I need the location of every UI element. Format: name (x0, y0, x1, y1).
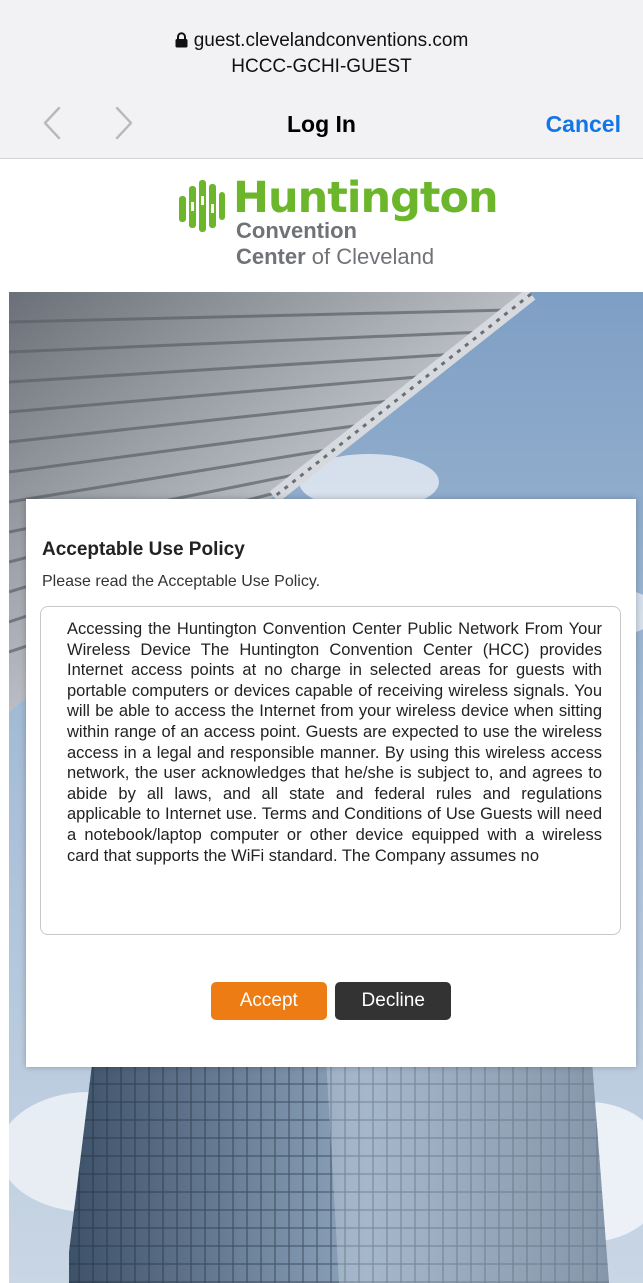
decline-button[interactable]: Decline (335, 982, 452, 1020)
lock-icon (175, 32, 188, 48)
logo-center-word: Center (236, 244, 306, 269)
browser-sheet-header: guest.clevelandconventions.com HCCC-GCHI… (0, 0, 643, 159)
logo-brand-text: Huntington (233, 173, 499, 223)
url-text: guest.clevelandconventions.com (193, 30, 469, 51)
policy-text-scrollbox[interactable]: Accessing the Huntington Convention Cent… (40, 606, 621, 935)
policy-button-row: Accept Decline (26, 982, 636, 1020)
logo-line-convention: Convention (236, 218, 357, 243)
huntington-logo: Huntington Convention Center of Clevelan… (177, 175, 499, 270)
cancel-button[interactable]: Cancel (546, 110, 621, 138)
logo-mark-icon (179, 180, 225, 232)
policy-text: Accessing the Huntington Convention Cent… (67, 620, 602, 865)
network-name: HCCC-GCHI-GUEST (231, 56, 412, 77)
logo-of-cleveland: of Cleveland (305, 244, 435, 269)
policy-title: Acceptable Use Policy (42, 539, 245, 560)
accept-button[interactable]: Accept (210, 982, 327, 1020)
url-bar: guest.clevelandconventions.com (0, 30, 643, 52)
policy-instructions: Please read the Acceptable Use Policy. (42, 573, 321, 590)
policy-card: Acceptable Use Policy Please read the Ac… (26, 499, 636, 1067)
logo-line-center: Center of Cleveland (236, 245, 434, 269)
